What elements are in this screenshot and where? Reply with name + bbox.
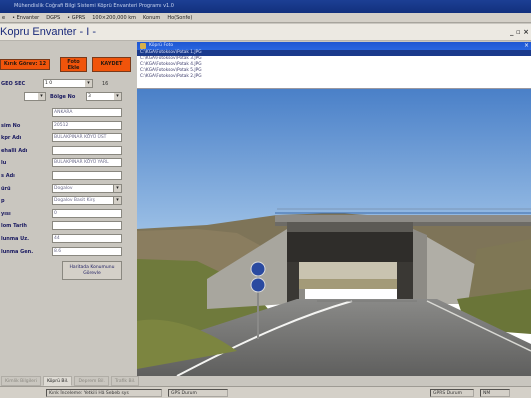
count-button[interactable]: Kırık Görev: 12 <box>0 59 50 70</box>
field-label: lunma Uz. <box>1 236 30 242</box>
bridge-photo <box>137 89 531 376</box>
window-controls[interactable]: _ ▫ × <box>510 28 529 36</box>
menu-item-scale[interactable]: 100×200,000 km <box>92 13 136 22</box>
document-header: Kopru Envanter - I - _ ▫ × <box>0 24 531 41</box>
photo-file-item[interactable]: C:\KGA\Fotoksov\Potak 2.JPG <box>137 74 531 80</box>
field-label: p <box>1 198 5 204</box>
field-input[interactable]: 20512 <box>52 121 122 130</box>
field-label: s Adı <box>1 173 15 179</box>
photo-viewer: Köprü Foto × C:\KGA\Fotoksov\Potak 1.JPG… <box>137 42 531 376</box>
field-label: lu <box>1 160 7 166</box>
field-input[interactable] <box>52 171 122 180</box>
document-title: Kopru Envanter - I - <box>0 26 96 38</box>
field-input[interactable]: 0 <box>52 209 122 218</box>
field-select[interactable]: Dogalov Basit Kirş <box>52 196 122 205</box>
field-input[interactable]: ANKARA <box>52 108 122 117</box>
menu-item-dgps[interactable]: DGPS <box>46 13 60 22</box>
menu-item-envanter[interactable]: • Envanter <box>12 13 39 22</box>
photo-file-list[interactable]: C:\KGA\Fotoksov\Potak 1.JPG C:\KGA\Fotoks… <box>137 50 531 89</box>
folder-icon <box>140 43 146 49</box>
form-tabs: Kimlik Bilgileri Köprü Bil. Deprem Bil. Tra… <box>0 376 140 386</box>
field-input[interactable] <box>52 221 122 230</box>
form-tab[interactable]: Kimlik Bilgileri <box>1 376 41 386</box>
field-label: ürü <box>1 186 11 192</box>
photo-viewer-titlebar: Köprü Foto × <box>137 42 531 50</box>
region-select[interactable]: 3 <box>86 92 122 101</box>
field-input[interactable] <box>52 146 122 155</box>
save-button[interactable]: KAYDET <box>92 57 131 72</box>
gps-number: 16 <box>102 81 109 87</box>
menu-item-file[interactable]: e <box>2 13 5 22</box>
status-user: Kırık İnceleme: Yetkili Hâ Sebeb sys <box>46 389 162 397</box>
close-icon[interactable]: × <box>524 42 529 50</box>
bridge-photo-image <box>137 89 531 376</box>
field-label: ehalli Adı <box>1 148 28 154</box>
field-label: lom Tarih <box>1 223 27 229</box>
gps-label: GEO SEC <box>1 81 26 87</box>
region-label: Bölge No <box>50 94 76 100</box>
field-input[interactable]: BULAKPINAR KÖYÜ ÜST <box>52 133 122 142</box>
status-mode: NM <box>480 389 510 397</box>
field-label: lunma Gen. <box>1 249 34 255</box>
form-tab[interactable]: Trafik Bil. <box>110 376 140 386</box>
status-gprs: GPRS Durum <box>430 389 474 397</box>
menu-item-gprs[interactable]: • GPRS <box>67 13 85 22</box>
form-tab[interactable]: Köprü Bil. <box>42 376 73 386</box>
status-gps: GPS Durum <box>168 389 228 397</box>
region-small-select[interactable] <box>24 92 46 101</box>
field-input[interactable]: 8.6 <box>52 247 122 256</box>
field-label: kpr Adı <box>1 135 22 141</box>
field-label: yısı <box>1 211 11 217</box>
menu-item-konum[interactable]: Konum <box>143 13 160 22</box>
app-window: Mühendislik Coğrafi Bilgi Sistemi Köprü … <box>0 0 531 398</box>
add-photo-button[interactable]: Foto Ekle <box>60 57 87 72</box>
photo-viewer-title: Köprü Foto <box>149 43 174 48</box>
app-titlebar: Mühendislik Coğrafi Bilgi Sistemi Köprü … <box>0 0 531 13</box>
gps-select[interactable]: 1 0 <box>43 79 93 88</box>
status-bar: Kırık İnceleme: Yetkili Hâ Sebeb sys GPS… <box>0 386 531 398</box>
field-input[interactable]: BULAKPINAR KÖYÜ YARL <box>52 158 122 167</box>
field-label: sim No <box>1 123 21 129</box>
form-tab[interactable]: Deprem Bil. <box>74 376 109 386</box>
show-on-map-button[interactable]: Haritada Konumunu Görevle <box>62 261 122 280</box>
field-select[interactable]: Dogalov <box>52 184 122 193</box>
field-input[interactable]: 44 <box>52 234 122 243</box>
menu-item-help[interactable]: Ho(Sonfe) <box>167 13 192 22</box>
menu-bar: e • Envanter DGPS • GPRS 100×200,000 km … <box>0 13 531 23</box>
bridge-form-panel: Kırık Görev: 12 Foto Ekle KAYDET GEO SEC… <box>0 42 137 376</box>
